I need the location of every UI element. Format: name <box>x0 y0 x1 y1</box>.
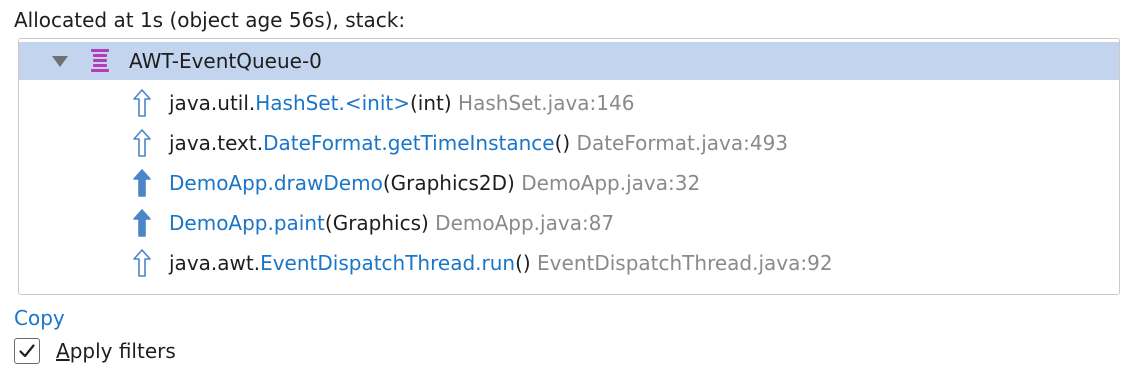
tree-root-row[interactable]: AWT-EventQueue-0 <box>19 42 1119 80</box>
stack-frame-row[interactable]: java.awt.EventDispatchThread.run() Event… <box>19 243 1119 283</box>
frame-method-link[interactable]: DemoApp.paint <box>169 211 325 235</box>
expand-triangle-icon[interactable] <box>52 56 68 67</box>
frame-params: (Graphics) <box>324 211 429 235</box>
frame-package: java.text. <box>169 131 264 155</box>
stack-frame-row[interactable]: DemoApp.drawDemo(Graphics2D) DemoApp.jav… <box>19 163 1119 203</box>
filled-up-arrow-icon <box>133 209 151 237</box>
stack-frame-text: java.text.DateFormat.getTimeInstance() D… <box>169 128 788 158</box>
stack-frame-text: java.util.HashSet.<init>(int) HashSet.ja… <box>169 88 634 118</box>
stack-frame-text: DemoApp.drawDemo(Graphics2D) DemoApp.jav… <box>169 168 700 198</box>
stack-frame-row[interactable]: DemoApp.paint(Graphics) DemoApp.java:87 <box>19 203 1119 243</box>
filled-up-arrow-icon <box>133 169 151 197</box>
frame-params: (int) <box>410 91 452 115</box>
label-mnemonic: A <box>56 339 70 363</box>
stack-frame-row[interactable]: java.util.HashSet.<init>(int) HashSet.ja… <box>19 83 1119 123</box>
hollow-up-arrow-icon <box>133 89 151 117</box>
apply-filters-checkbox[interactable]: Apply filters <box>14 336 176 366</box>
frame-params: (Graphics2D) <box>382 171 515 195</box>
frame-location: EventDispatchThread.java:92 <box>530 251 833 275</box>
thread-name-label: AWT-EventQueue-0 <box>129 49 322 73</box>
checkbox-box[interactable] <box>14 338 40 364</box>
hollow-up-arrow-icon <box>133 129 151 157</box>
hollow-up-arrow-icon <box>133 249 151 277</box>
frame-method-link[interactable]: DateFormat.getTimeInstance <box>263 131 555 155</box>
stack-tree[interactable]: AWT-EventQueue-0 java.util.HashSet.<init… <box>18 38 1120 295</box>
stack-frame-row[interactable]: java.text.DateFormat.getTimeInstance() D… <box>19 123 1119 163</box>
checkmark-icon <box>19 344 35 358</box>
frame-package: java.util. <box>169 91 256 115</box>
stack-header: Allocated at 1s (object age 56s), stack: <box>14 8 406 32</box>
frame-location: DateFormat.java:493 <box>570 131 789 155</box>
frame-package: java.awt. <box>169 251 261 275</box>
label-rest: pply filters <box>69 339 176 363</box>
frame-location: DemoApp.java:87 <box>428 211 615 235</box>
copy-link[interactable]: Copy <box>14 304 65 332</box>
stack-frame-text: java.awt.EventDispatchThread.run() Event… <box>169 248 833 278</box>
apply-filters-label: Apply filters <box>56 337 176 365</box>
frame-params: () <box>554 131 571 155</box>
frame-params: () <box>515 251 531 275</box>
frame-method-link[interactable]: HashSet.<init> <box>255 91 410 115</box>
thread-stack-icon <box>91 49 109 72</box>
frame-location: DemoApp.java:32 <box>514 171 701 195</box>
frame-method-link[interactable]: DemoApp.drawDemo <box>169 171 383 195</box>
frame-method-link[interactable]: EventDispatchThread.run <box>260 251 515 275</box>
stack-frame-text: DemoApp.paint(Graphics) DemoApp.java:87 <box>169 208 614 238</box>
frame-location: HashSet.java:146 <box>451 91 635 115</box>
